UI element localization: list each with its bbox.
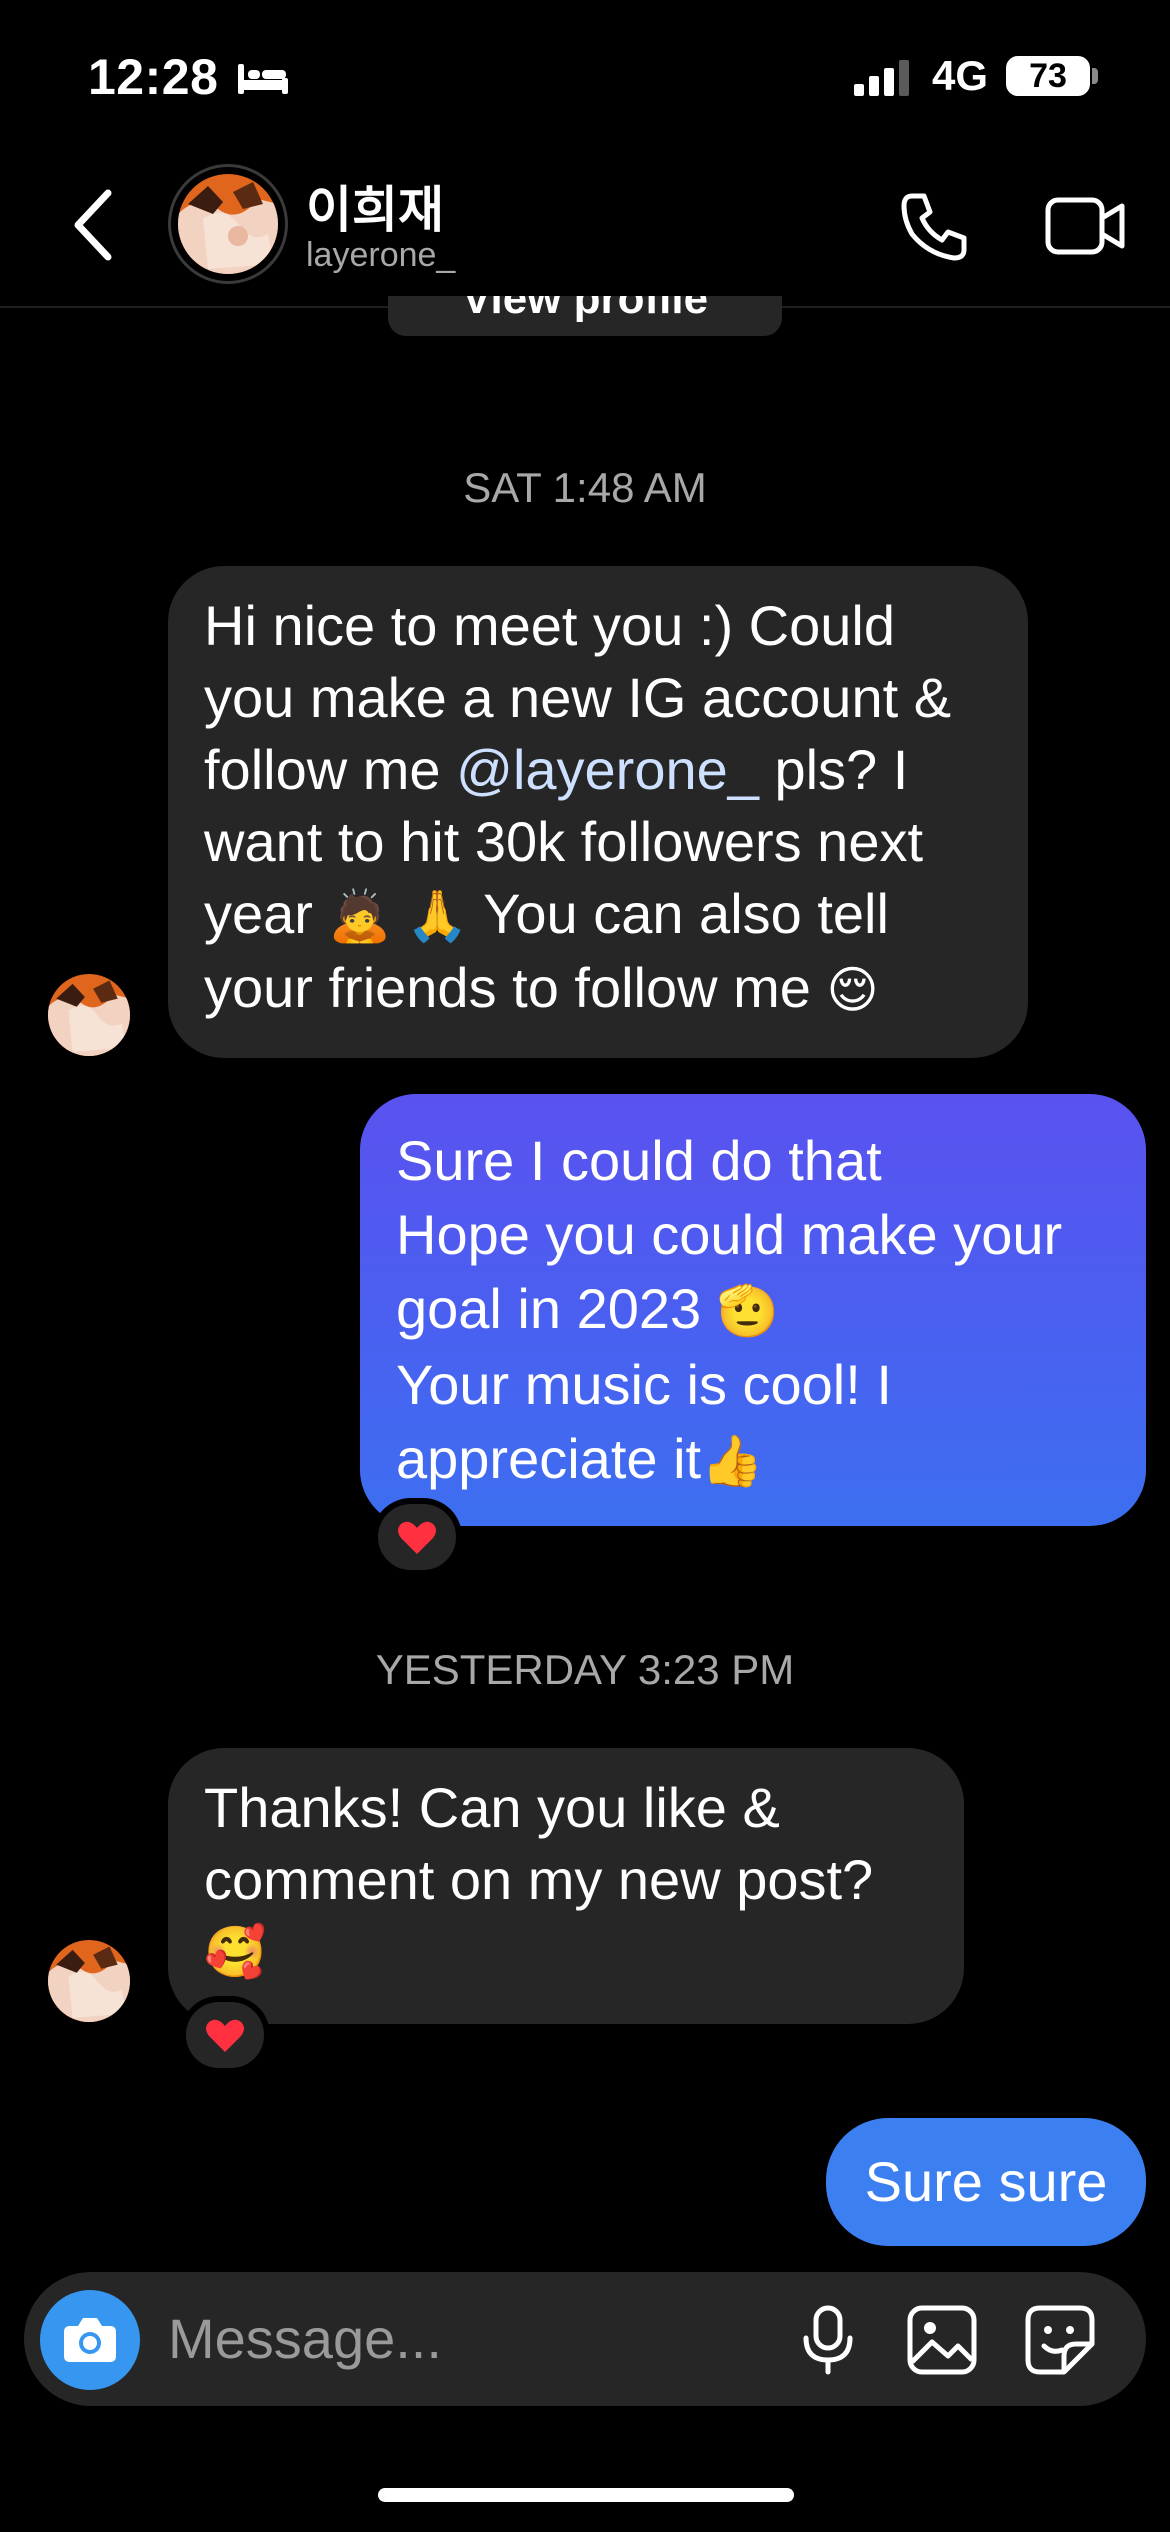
battery-level: 73 <box>1006 56 1090 96</box>
timestamp-divider: YESTERDAY 3:23 PM <box>375 1646 795 1693</box>
message-line: Thanks! Can you like & <box>204 1776 780 1839</box>
salute-emoji: 🫡 <box>716 1282 779 1340</box>
message-line: Your music is cool! I <box>396 1353 892 1416</box>
pray-emoji: 🙏 <box>406 887 469 945</box>
message-input[interactable] <box>168 2302 768 2374</box>
message-line: your friends to follow me 😌 <box>204 956 879 1019</box>
back-button[interactable] <box>64 185 124 265</box>
message-line: year 🙇 🙏 You can also tell <box>204 882 889 945</box>
bow-emoji: 🙇 <box>328 887 391 945</box>
battery-tip <box>1092 68 1098 84</box>
contact-username[interactable]: layerone_ <box>306 236 455 275</box>
bed-icon <box>238 64 288 94</box>
message-line: appreciate it👍 <box>396 1427 764 1490</box>
camera-button[interactable] <box>40 2290 140 2390</box>
contact-name[interactable]: 이희재 <box>306 170 444 242</box>
message-line: Sure I could do that <box>396 1129 882 1192</box>
incoming-message-1[interactable]: Hi nice to meet you :) Could you make a … <box>168 566 1028 1058</box>
smiling-hearts-emoji: 🥰 <box>204 1923 267 1981</box>
sender-avatar[interactable] <box>48 974 130 1056</box>
outgoing-message-2[interactable]: Sure sure <box>826 2118 1146 2246</box>
phone-icon[interactable] <box>898 188 974 264</box>
message-line-with-mention: follow me @layerone_ pls? I <box>204 738 909 801</box>
message-line: goal in 2023 🫡 <box>396 1277 779 1340</box>
timestamp-divider: SAT 1:48 AM <box>463 464 707 511</box>
message-line: want to hit 30k followers next <box>204 810 924 873</box>
sticker-icon[interactable] <box>1024 2304 1096 2376</box>
camera-icon <box>64 2318 116 2362</box>
relieved-emoji: 😌 <box>826 961 879 1019</box>
outgoing-message-1[interactable]: Sure I could do that Hope you could make… <box>360 1094 1146 1526</box>
microphone-icon[interactable] <box>796 2304 860 2376</box>
mention-link[interactable]: @layerone_ <box>456 738 759 801</box>
message-line: Hi nice to meet you :) Could <box>204 594 895 657</box>
thumbs-up-emoji: 👍 <box>701 1432 764 1490</box>
view-profile-button[interactable]: View profile <box>388 296 782 336</box>
heart-icon <box>206 2019 244 2052</box>
message-line: comment on my new post? <box>204 1848 874 1911</box>
status-time: 12:28 <box>88 49 219 105</box>
heart-icon <box>398 1521 436 1554</box>
video-camera-icon[interactable] <box>1044 188 1126 264</box>
avatar[interactable] <box>178 174 278 274</box>
network-type: 4G <box>932 52 989 99</box>
sender-avatar[interactable] <box>48 1940 130 2022</box>
view-profile-label: View profile <box>461 296 709 323</box>
incoming-message-2[interactable]: Thanks! Can you like & comment on my new… <box>168 1748 964 2024</box>
cellular-signal-icon <box>854 60 909 96</box>
image-icon[interactable] <box>906 2304 978 2376</box>
message-line: you make a new IG account & <box>204 666 952 729</box>
home-indicator[interactable] <box>378 2488 794 2502</box>
heart-reaction[interactable] <box>372 1498 462 1576</box>
message-line: Hope you could make your <box>396 1203 1063 1266</box>
heart-reaction[interactable] <box>180 1996 270 2074</box>
